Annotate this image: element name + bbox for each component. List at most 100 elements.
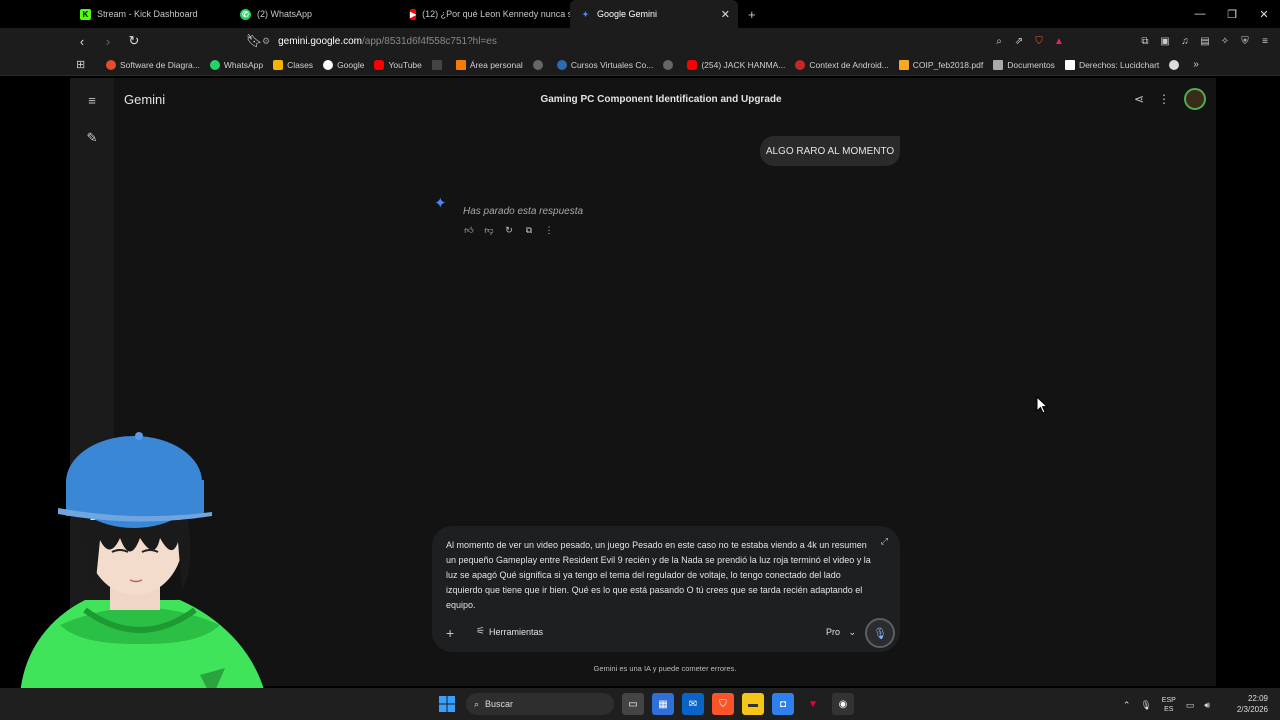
share-icon[interactable]: ⇗ bbox=[1012, 34, 1026, 48]
bookmark-label: Software de Diagra... bbox=[120, 59, 200, 70]
obs-icon[interactable]: ◉ bbox=[832, 693, 854, 715]
brave-shield-icon[interactable]: ⛉ bbox=[1032, 34, 1046, 48]
bookmark-item[interactable]: Cursos Virtuales Co... bbox=[556, 59, 653, 70]
chevron-up-icon[interactable]: ⌃ bbox=[1123, 700, 1131, 711]
more-options-icon[interactable]: ⋮ bbox=[1158, 92, 1170, 106]
thumbs-down-icon[interactable]: 👎︎ bbox=[483, 224, 495, 236]
language-code: ESP bbox=[1161, 697, 1176, 704]
vtube-studio-icon[interactable]: ▼ bbox=[802, 693, 824, 715]
model-selector[interactable]: Pro ⌄ bbox=[826, 627, 856, 638]
microphone-icon: 🎙︎ bbox=[873, 627, 887, 640]
bookmark-item[interactable] bbox=[532, 59, 547, 70]
leo-ai-icon[interactable]: ✧ bbox=[1218, 34, 1232, 48]
store-icon[interactable]: ▦ bbox=[652, 693, 674, 715]
bookmark-item[interactable]: COIP_feb2018.pdf bbox=[898, 59, 984, 70]
bookmark-item[interactable]: WhatsApp bbox=[209, 59, 264, 70]
restore-icon[interactable]: ❐ bbox=[1216, 0, 1248, 28]
window-controls: — ❐ ✕ bbox=[1184, 0, 1280, 28]
tools-button[interactable]: ⚟ Herramientas bbox=[476, 626, 543, 637]
tab-youtube[interactable]: ▶ (12) ¿Por qué Leon Kennedy nunca s bbox=[400, 0, 572, 28]
bookmark-item[interactable]: Derechos: Lucidchart bbox=[1064, 59, 1160, 70]
volume-icon[interactable]: 🔊︎ bbox=[1204, 700, 1210, 711]
file-explorer-icon[interactable]: ▬ bbox=[742, 693, 764, 715]
bookmark-item[interactable]: Software de Diagra... bbox=[106, 59, 200, 70]
add-attachment-icon[interactable]: + bbox=[446, 625, 454, 641]
whatsapp-icon: ✆ bbox=[240, 8, 251, 20]
bookmark-label: COIP_feb2018.pdf bbox=[912, 59, 984, 70]
copy-icon[interactable]: ⧉ bbox=[523, 224, 535, 236]
new-tab-button[interactable]: + bbox=[738, 0, 768, 28]
tab-whatsapp[interactable]: ✆ (2) WhatsApp bbox=[230, 0, 400, 28]
screen: K Stream - Kick Dashboard ✆ (2) WhatsApp… bbox=[0, 0, 1280, 720]
google-icon bbox=[323, 59, 334, 70]
tab-title: Google Gemini bbox=[597, 9, 658, 19]
bookmark-icon[interactable]: 🔖︎ bbox=[244, 33, 264, 49]
tab-kick[interactable]: K Stream - Kick Dashboard bbox=[70, 0, 230, 28]
menu-icon[interactable]: ≡ bbox=[1258, 34, 1272, 48]
close-tab-icon[interactable]: ✕ bbox=[721, 8, 730, 21]
bookmark-item[interactable]: Área personal bbox=[455, 59, 523, 70]
bookmark-item[interactable]: (254) JACK HANMA... bbox=[687, 59, 785, 70]
windows-start-icon[interactable] bbox=[436, 693, 458, 715]
minimize-icon[interactable]: — bbox=[1184, 0, 1216, 28]
expand-icon[interactable]: ⤢ bbox=[881, 536, 888, 547]
globe-icon bbox=[663, 59, 674, 70]
bookmark-item[interactable] bbox=[1169, 59, 1183, 70]
apps-grid-icon[interactable]: ⊞ bbox=[76, 58, 85, 71]
sidebar-toggle-icon[interactable]: ▣ bbox=[1158, 34, 1172, 48]
site-info-icon[interactable]: ⚙ bbox=[262, 36, 270, 47]
task-view-icon[interactable]: ▭ bbox=[622, 693, 644, 715]
taskbar-search[interactable]: ⌕ Buscar bbox=[466, 693, 614, 715]
youtube-icon bbox=[687, 59, 698, 70]
bookmark-item[interactable]: Google bbox=[323, 59, 365, 70]
more-bookmarks-icon[interactable]: » bbox=[1193, 59, 1199, 70]
forward-icon[interactable]: › bbox=[98, 34, 118, 49]
address-bar: ‹ › ↻ 🔖︎ ⚙ gemini.google.com /app/8531d6… bbox=[0, 28, 1280, 54]
rewards-icon[interactable]: ▲ bbox=[1052, 34, 1066, 48]
clock-date: 2/3/2026 bbox=[1236, 705, 1268, 714]
folder-icon bbox=[993, 59, 1004, 70]
network-icon[interactable]: ▭ bbox=[1186, 700, 1195, 711]
app-icon[interactable]: ◘ bbox=[772, 693, 794, 715]
new-chat-icon[interactable]: ✎ bbox=[84, 130, 100, 146]
bookmark-item[interactable]: Context de Android... bbox=[795, 59, 889, 70]
outlook-icon[interactable]: ✉ bbox=[682, 693, 704, 715]
tab-gemini[interactable]: ✦ Google Gemini ✕ bbox=[570, 0, 738, 28]
url-field[interactable]: ⚙ gemini.google.com /app/8531d6f4f558c75… bbox=[262, 32, 497, 50]
search-placeholder: Buscar bbox=[485, 699, 514, 709]
bookmark-label: Google bbox=[337, 59, 365, 70]
bookmark-label: Derechos: Lucidchart bbox=[1078, 59, 1160, 70]
prompt-composer[interactable]: Al momento de ver un video pesado, un ju… bbox=[432, 526, 900, 652]
vpn-icon[interactable]: ⛨ bbox=[1238, 34, 1252, 48]
bookmark-label: Clases bbox=[287, 59, 314, 70]
bookmark-label: WhatsApp bbox=[223, 59, 264, 70]
more-icon[interactable]: ⋮ bbox=[543, 224, 555, 236]
account-avatar[interactable] bbox=[1184, 88, 1206, 110]
extensions-icon[interactable]: ⧉ bbox=[1138, 34, 1152, 48]
bookmark-item[interactable] bbox=[663, 59, 677, 70]
clock[interactable]: 22:09 2/3/2026 bbox=[1237, 693, 1268, 715]
microphone-button[interactable]: 🎙︎ bbox=[865, 618, 895, 648]
bookmark-item[interactable]: Clases bbox=[273, 59, 314, 70]
microphone-tray-icon[interactable]: 🎙︎ bbox=[1140, 700, 1151, 711]
bookmark-item[interactable]: YouTube bbox=[374, 59, 422, 70]
wallet-icon[interactable]: ▤ bbox=[1198, 34, 1212, 48]
thumbs-up-icon[interactable]: 👍︎ bbox=[463, 224, 475, 236]
language-indicator[interactable]: ESP ES bbox=[1162, 696, 1176, 714]
media-icon[interactable]: ♫ bbox=[1178, 34, 1192, 48]
google-icon bbox=[1169, 59, 1180, 70]
bookmark-item[interactable] bbox=[431, 59, 446, 70]
brave-browser-icon[interactable]: ⛉ bbox=[712, 693, 734, 715]
back-icon[interactable]: ‹ bbox=[72, 34, 92, 49]
tab-title: Stream - Kick Dashboard bbox=[97, 9, 198, 19]
zoom-icon[interactable]: ⌕ bbox=[992, 34, 1006, 48]
close-window-icon[interactable]: ✕ bbox=[1248, 0, 1280, 28]
reload-icon[interactable]: ↻ bbox=[124, 33, 144, 49]
share-icon[interactable]: ⋖ bbox=[1134, 92, 1144, 106]
system-tray: ⌃ 🎙︎ ESP ES ▭ 🔊︎ bbox=[1123, 696, 1210, 714]
bookmark-item[interactable]: Documentos bbox=[993, 59, 1055, 70]
prompt-input[interactable]: Al momento de ver un video pesado, un ju… bbox=[446, 538, 876, 613]
courses-icon bbox=[556, 59, 567, 70]
youtube-icon: ▶ bbox=[410, 8, 417, 20]
regenerate-icon[interactable]: ↻ bbox=[503, 224, 515, 236]
